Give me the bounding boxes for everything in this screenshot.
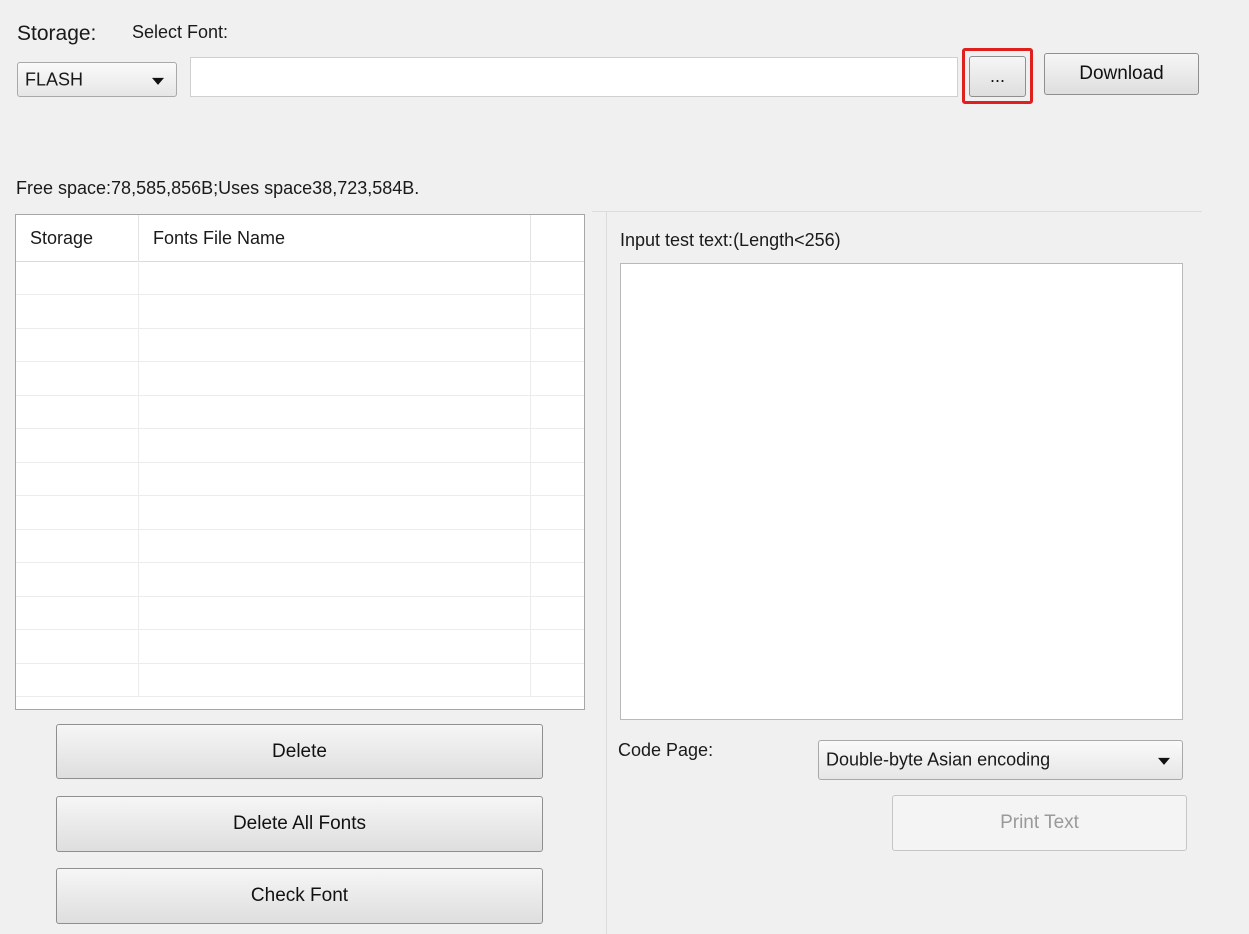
chevron-down-icon xyxy=(1158,757,1170,765)
table-cell-storage xyxy=(16,261,139,294)
table-row[interactable] xyxy=(16,495,584,530)
space-info: Free space:78,585,856B;Uses space38,723,… xyxy=(16,178,420,198)
table-cell-file-name xyxy=(138,562,531,596)
table-row[interactable] xyxy=(16,395,584,429)
table-row[interactable] xyxy=(16,663,584,697)
storage-label: Storage: xyxy=(17,22,97,45)
table-row[interactable] xyxy=(16,428,584,463)
table-row[interactable] xyxy=(16,294,584,329)
table-cell-storage xyxy=(16,629,139,663)
print-text-button[interactable]: Print Text xyxy=(892,795,1187,851)
table-cell-file-name xyxy=(138,529,531,562)
table-row[interactable] xyxy=(16,328,584,362)
browse-button[interactable]: ... xyxy=(969,56,1026,97)
table-cell-storage xyxy=(16,495,139,529)
test-text-area[interactable] xyxy=(620,263,1183,720)
vertical-divider xyxy=(606,212,607,934)
table-cell-file-name xyxy=(138,495,531,529)
table-cell-file-name xyxy=(138,261,531,294)
table-row[interactable] xyxy=(16,629,584,664)
storage-dropdown-value: FLASH xyxy=(25,69,84,89)
table-cell-storage xyxy=(16,328,139,361)
font-path-input[interactable] xyxy=(190,57,958,97)
table-cell-file-name xyxy=(138,428,531,462)
table-cell-file-name xyxy=(138,629,531,663)
table-header: Storage Fonts File Name xyxy=(16,215,584,262)
table-row[interactable] xyxy=(16,361,584,396)
download-button[interactable]: Download xyxy=(1044,53,1199,95)
column-header-extra[interactable] xyxy=(530,215,584,261)
table-cell-file-name xyxy=(138,395,531,428)
table-cell-storage xyxy=(16,596,139,629)
column-header-storage[interactable]: Storage xyxy=(16,215,138,261)
table-cell-file-name xyxy=(138,663,531,696)
table-cell-file-name xyxy=(138,294,531,328)
table-cell-file-name xyxy=(138,328,531,361)
select-font-label: Select Font: xyxy=(132,22,229,42)
check-font-button[interactable]: Check Font xyxy=(56,868,543,924)
table-cell-storage xyxy=(16,529,139,562)
table-cell-file-name xyxy=(138,361,531,395)
table-row[interactable] xyxy=(16,261,584,295)
table-cell-file-name xyxy=(138,462,531,495)
code-page-dropdown[interactable]: Double-byte Asian encoding xyxy=(818,740,1183,780)
table-cell-file-name xyxy=(138,596,531,629)
input-test-text-label: Input test text:(Length<256) xyxy=(620,230,841,250)
table-cell-storage xyxy=(16,462,139,495)
table-row[interactable] xyxy=(16,562,584,597)
delete-button[interactable]: Delete xyxy=(56,724,543,779)
table-cell-storage xyxy=(16,294,139,328)
top-divider xyxy=(592,211,1202,212)
code-page-label: Code Page: xyxy=(618,740,714,760)
table-cell-storage xyxy=(16,562,139,596)
fonts-table[interactable]: Storage Fonts File Name xyxy=(15,214,585,710)
table-cell-storage xyxy=(16,663,139,696)
column-header-file-name[interactable]: Fonts File Name xyxy=(138,215,530,261)
code-page-value: Double-byte Asian encoding xyxy=(826,749,1051,770)
table-row[interactable] xyxy=(16,596,584,630)
table-cell-storage xyxy=(16,361,139,395)
chevron-down-icon xyxy=(152,77,164,85)
browse-highlight: ... xyxy=(962,48,1033,104)
table-row[interactable] xyxy=(16,462,584,496)
table-cell-storage xyxy=(16,428,139,462)
delete-all-fonts-button[interactable]: Delete All Fonts xyxy=(56,796,543,852)
storage-dropdown[interactable]: FLASH xyxy=(17,62,177,97)
table-row[interactable] xyxy=(16,529,584,563)
table-cell-storage xyxy=(16,395,139,428)
